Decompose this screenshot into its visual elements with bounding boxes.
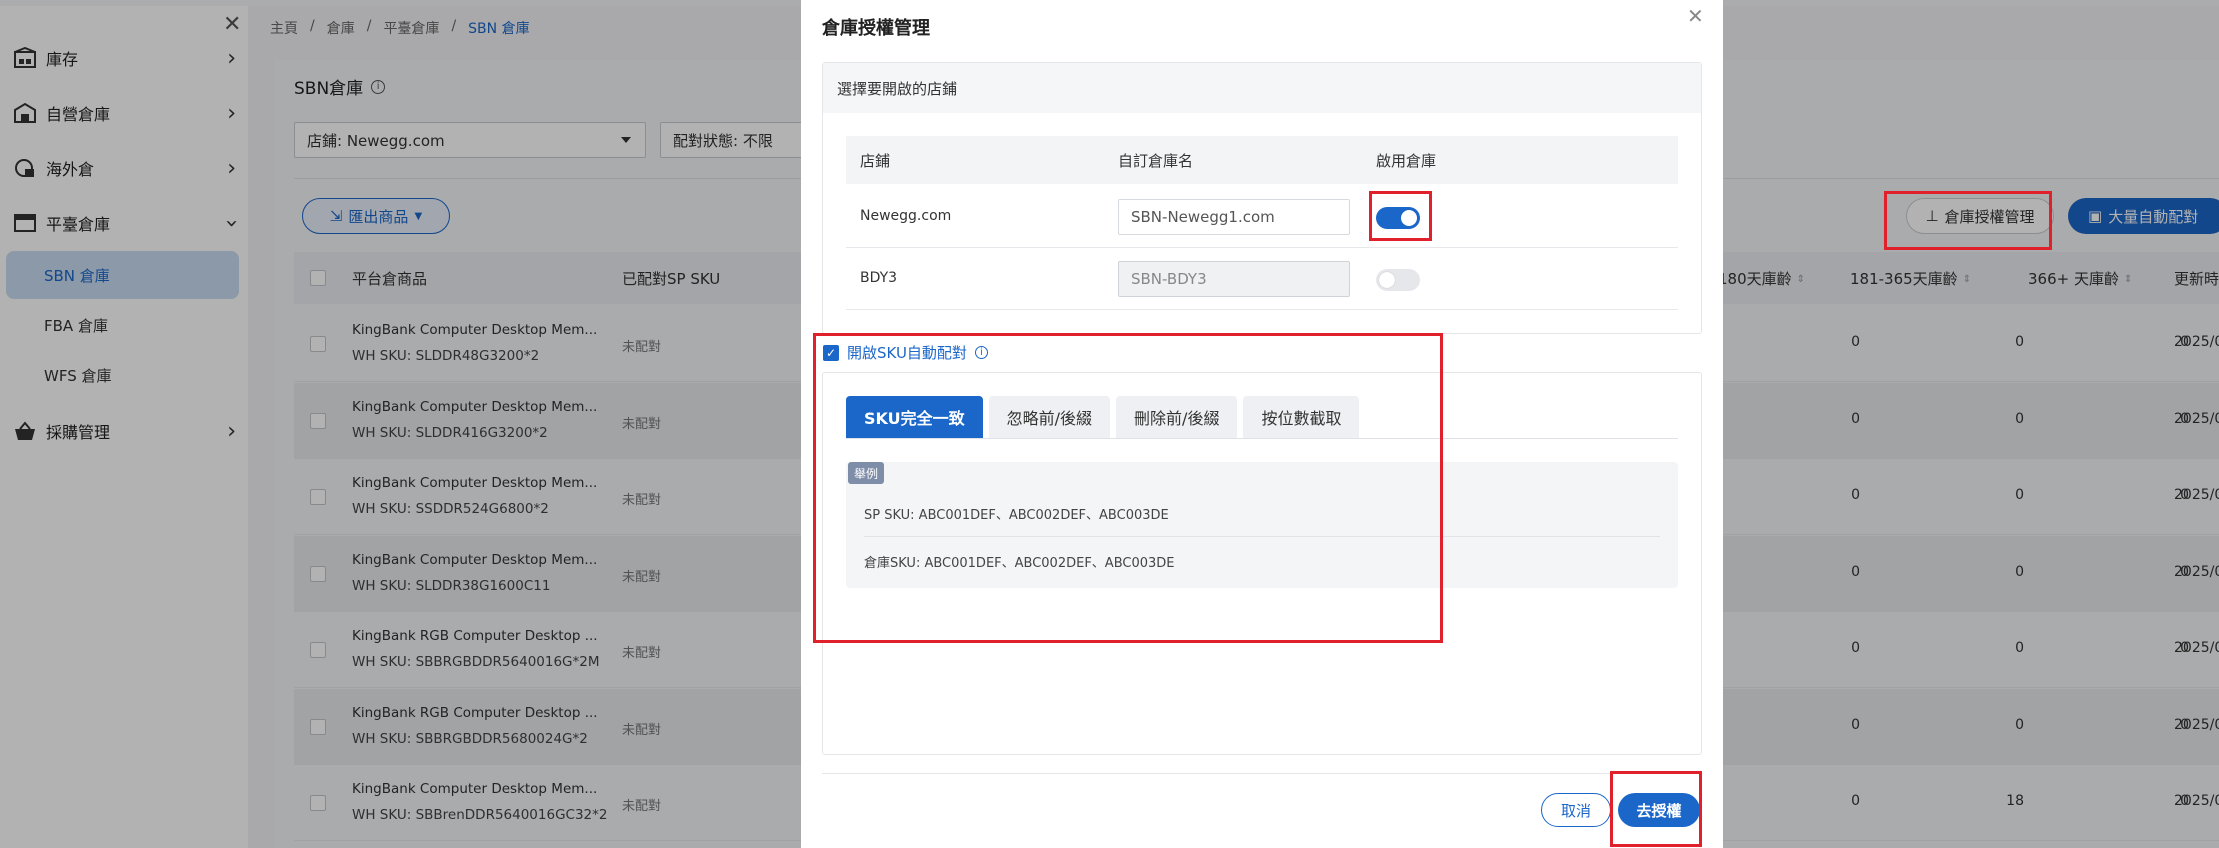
store-row: BDY3 [846, 248, 1678, 310]
modal-footer-divider [822, 773, 1702, 774]
store-row: Newegg.com [846, 186, 1678, 248]
store-table-header: 店鋪 自訂倉庫名 啟用倉庫 [846, 136, 1678, 184]
cancel-button[interactable]: 取消 [1541, 793, 1611, 827]
col-store: 店鋪 [860, 152, 891, 170]
close-icon[interactable]: ✕ [1687, 4, 1704, 28]
custom-warehouse-name-input[interactable] [1118, 199, 1350, 235]
col-custom-name: 自訂倉庫名 [1118, 152, 1194, 170]
store-name: BDY3 [860, 270, 898, 286]
store-section-header: 選擇要開啟的店鋪 [823, 63, 1701, 113]
highlight-box [813, 333, 1443, 643]
store-name: Newegg.com [860, 208, 952, 224]
highlight-box [1369, 191, 1432, 241]
highlight-box [1610, 771, 1702, 847]
highlight-box [1884, 191, 2052, 250]
toggle-knob [1379, 272, 1395, 288]
col-enable: 啟用倉庫 [1376, 152, 1437, 170]
enable-warehouse-toggle[interactable] [1376, 269, 1420, 291]
custom-warehouse-name-input [1118, 261, 1350, 297]
modal-title: 倉庫授權管理 [822, 18, 930, 39]
